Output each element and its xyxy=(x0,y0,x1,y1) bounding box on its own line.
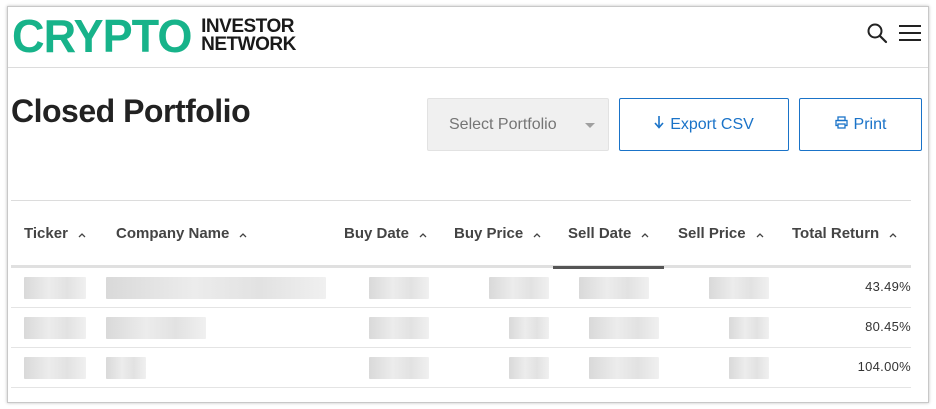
redacted-buy-date xyxy=(369,317,429,339)
redacted-ticker xyxy=(24,357,86,379)
sort-arrow-icon xyxy=(889,232,897,237)
redacted-buy-date xyxy=(369,357,429,379)
column-ticker[interactable]: Ticker xyxy=(24,201,86,266)
sort-arrow-icon xyxy=(641,232,649,237)
portfolio-select-placeholder: Select Portfolio xyxy=(449,115,557,133)
redacted-company-name xyxy=(106,317,206,339)
sort-arrow-icon xyxy=(239,232,247,237)
menu-icon[interactable] xyxy=(898,23,922,43)
redacted-ticker xyxy=(24,317,86,339)
redacted-sell-date xyxy=(589,357,659,379)
redacted-buy-price xyxy=(509,357,549,379)
portfolio-table: Ticker Company Name Buy Date Buy Price S… xyxy=(11,200,911,388)
column-label: Total Return xyxy=(792,225,880,242)
redacted-company-name xyxy=(106,277,326,299)
logo-wordmark: CRYPTO xyxy=(12,10,192,62)
logo-subtitle-line2: NETWORK xyxy=(201,34,296,55)
column-sell-price[interactable]: Sell Price xyxy=(678,201,764,266)
column-label: Buy Price xyxy=(454,225,524,242)
total-return-value: 43.49% xyxy=(865,279,911,294)
page-title: Closed Portfolio xyxy=(11,93,251,129)
column-label: Buy Date xyxy=(344,225,410,242)
sort-arrow-icon xyxy=(419,232,427,237)
printer-icon xyxy=(834,115,848,134)
column-label: Company Name xyxy=(116,225,230,242)
column-label: Sell Price xyxy=(678,225,746,242)
table-row[interactable]: 43.49% xyxy=(11,268,911,308)
site-logo[interactable]: CRYPTO INVESTOR NETWORK xyxy=(12,13,296,59)
sort-arrow-icon xyxy=(533,232,541,237)
column-label: Ticker xyxy=(24,225,68,242)
redacted-sell-price xyxy=(729,357,769,379)
sort-arrow-icon xyxy=(78,232,86,237)
site-header: CRYPTO INVESTOR NETWORK xyxy=(8,7,928,68)
column-buy-date[interactable]: Buy Date xyxy=(344,201,427,266)
browser-frame: CRYPTO INVESTOR NETWORK Closed Portfolio… xyxy=(7,6,929,403)
total-return-value: 104.00% xyxy=(857,359,911,374)
print-label: Print xyxy=(853,115,887,133)
search-icon[interactable] xyxy=(866,22,888,44)
logo-subtitle: INVESTOR NETWORK xyxy=(201,17,296,55)
redacted-buy-price xyxy=(509,317,549,339)
table-row[interactable]: 104.00% xyxy=(11,348,911,388)
redacted-sell-date xyxy=(579,277,649,299)
arrow-down-icon xyxy=(654,115,664,134)
portfolio-select[interactable]: Select Portfolio xyxy=(427,98,609,151)
table-header: Ticker Company Name Buy Date Buy Price S… xyxy=(11,200,911,269)
sort-arrow-icon xyxy=(756,232,764,237)
redacted-company-name xyxy=(106,357,146,379)
total-return-value: 80.45% xyxy=(865,319,911,334)
column-label: Sell Date xyxy=(568,225,632,242)
column-company-name[interactable]: Company Name xyxy=(116,201,247,266)
redacted-buy-date xyxy=(369,277,429,299)
redacted-sell-date xyxy=(589,317,659,339)
header-icons xyxy=(866,22,922,44)
column-sell-date[interactable]: Sell Date xyxy=(553,201,664,269)
redacted-buy-price xyxy=(489,277,549,299)
table-row[interactable]: 80.45% xyxy=(11,308,911,348)
export-csv-label: Export CSV xyxy=(670,115,754,133)
redacted-ticker xyxy=(24,277,86,299)
dropdown-caret-icon xyxy=(585,123,595,128)
redacted-sell-price xyxy=(729,317,769,339)
export-csv-button[interactable]: Export CSV xyxy=(619,98,789,151)
column-buy-price[interactable]: Buy Price xyxy=(454,201,541,266)
print-button[interactable]: Print xyxy=(799,98,922,151)
redacted-sell-price xyxy=(709,277,769,299)
column-total-return[interactable]: Total Return xyxy=(792,201,897,266)
